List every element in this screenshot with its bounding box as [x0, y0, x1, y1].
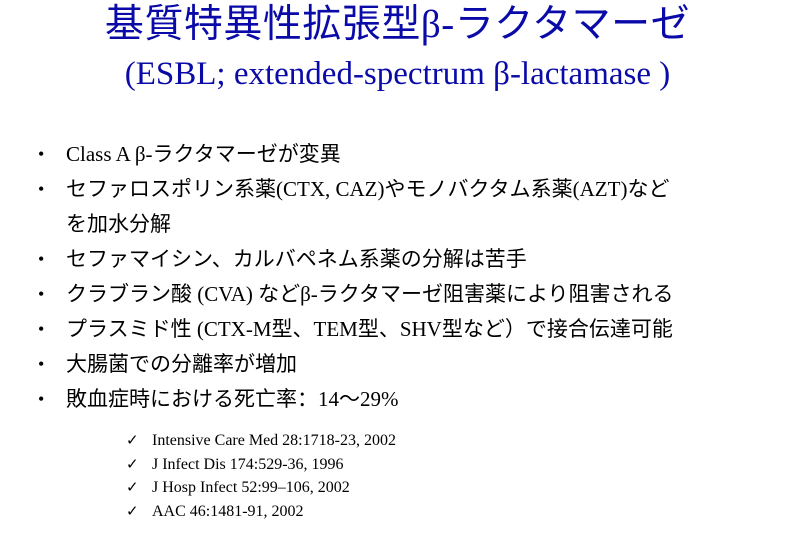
reference-text: AAC 46:1481-91, 2002 — [152, 502, 304, 520]
bullet-dot-icon: • — [38, 144, 45, 164]
bullet-dot-icon: • — [38, 179, 45, 199]
bullet-text: 敗血症時における死亡率：14〜29% — [66, 387, 399, 411]
bullet-item: • クラブラン酸 (CVA) などβ-ラクタマーゼ阻害薬により阻害される — [38, 277, 674, 312]
bullet-item: • 大腸菌での分離率が増加 — [38, 347, 674, 382]
bullet-list: • Class A β-ラクタマーゼが変異 • セファロスポリン系薬(CTX, … — [38, 137, 674, 417]
bullet-dot-icon: • — [38, 284, 45, 304]
checkmark-icon: ✓ — [126, 501, 139, 520]
bullet-text: プラスミド性 (CTX-M型、TEM型、SHV型など）で接合伝達可能 — [66, 317, 673, 341]
reference-item: ✓ Intensive Care Med 28:1718-23, 2002 — [126, 429, 396, 453]
bullet-dot-icon: • — [38, 354, 45, 374]
reference-item: ✓ AAC 46:1481-91, 2002 — [126, 500, 396, 524]
bullet-item: • セファマイシン、カルバペネム系薬の分解は苦手 — [38, 242, 674, 277]
bullet-text: セファマイシン、カルバペネム系薬の分解は苦手 — [66, 247, 527, 271]
reference-item: ✓ J Infect Dis 174:529-36, 1996 — [126, 453, 396, 477]
bullet-item: • 敗血症時における死亡率：14〜29% — [38, 382, 674, 417]
reference-item: ✓ J Hosp Infect 52:99–106, 2002 — [126, 476, 396, 500]
checkmark-icon: ✓ — [126, 478, 139, 496]
bullet-text-continuation: を加水分解 — [66, 212, 171, 236]
bullet-text: Class A β-ラクタマーゼが変異 — [66, 142, 341, 166]
bullet-text: セファロスポリン系薬(CTX, CAZ)やモノバクタム系薬(AZT)など — [66, 177, 670, 201]
bullet-item: • プラスミド性 (CTX-M型、TEM型、SHV型など）で接合伝達可能 — [38, 312, 674, 347]
reference-text: Intensive Care Med 28:1718-23, 2002 — [152, 432, 396, 449]
reference-list: ✓ Intensive Care Med 28:1718-23, 2002 ✓ … — [126, 429, 396, 523]
slide-subtitle: (ESBL; extended-spectrum β-lactamase ) — [124, 56, 671, 92]
bullet-item: • セファロスポリン系薬(CTX, CAZ)やモノバクタム系薬(AZT)など を… — [38, 172, 674, 242]
slide-title: 基質特異性拡張型β-ラクタマーゼ — [104, 3, 691, 46]
bullet-text: 大腸菌での分離率が増加 — [66, 352, 297, 376]
bullet-dot-icon: • — [38, 249, 45, 269]
bullet-dot-icon: • — [38, 319, 45, 339]
reference-text: J Hosp Infect 52:99–106, 2002 — [152, 479, 350, 496]
reference-text: J Infect Dis 174:529-36, 1996 — [152, 455, 344, 473]
bullet-text: クラブラン酸 (CVA) などβ-ラクタマーゼ阻害薬により阻害される — [66, 282, 674, 306]
checkmark-icon: ✓ — [126, 454, 139, 473]
checkmark-icon: ✓ — [126, 431, 139, 449]
bullet-item: • Class A β-ラクタマーゼが変異 — [38, 137, 674, 172]
bullet-dot-icon: • — [38, 389, 45, 409]
